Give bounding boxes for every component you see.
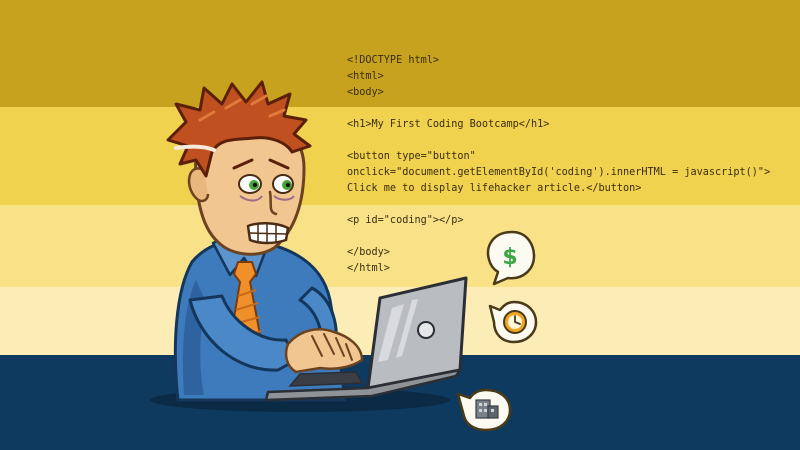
laptop-logo	[417, 321, 435, 339]
dollar-bubble: $	[486, 230, 536, 286]
clock-bubble	[488, 300, 538, 344]
dollar-icon: $	[502, 245, 517, 270]
laptop-keyboard	[288, 371, 364, 387]
right-pupil	[285, 182, 291, 188]
coder-illustration: $	[150, 80, 538, 432]
left-pupil	[252, 182, 258, 188]
building-bubble	[456, 388, 512, 432]
illustration-scene: <!DOCTYPE html> <html> <body> <h1>My First …	[0, 0, 800, 450]
